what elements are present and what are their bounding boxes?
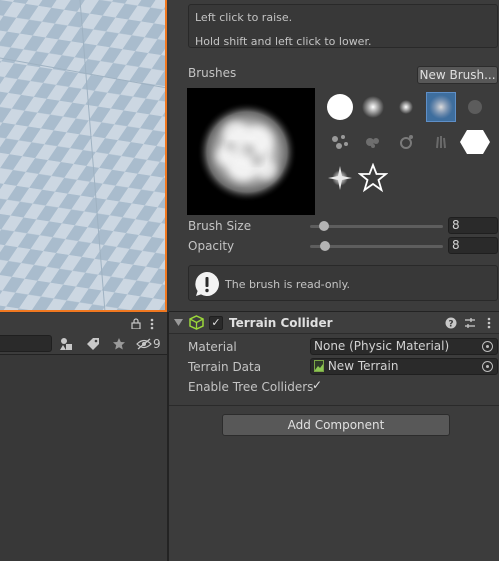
info-exclamation-icon <box>195 272 219 296</box>
opacity-label: Opacity <box>188 239 235 253</box>
object-picker-icon[interactable] <box>482 341 493 352</box>
foldout-arrow-icon[interactable] <box>174 319 183 327</box>
hierarchy-toolbar <box>0 313 167 333</box>
tool-help-box: Left click to raise. Hold shift and left… <box>188 4 498 48</box>
brush-hexagon[interactable] <box>460 127 490 157</box>
material-object-field[interactable]: None (Physic Material) <box>310 338 498 355</box>
help-icon[interactable]: ? <box>445 317 457 329</box>
brush-star-outline[interactable] <box>358 163 388 193</box>
brush-streaks[interactable] <box>426 127 456 157</box>
component-enabled-checkbox[interactable]: ✓ <box>209 316 223 330</box>
brush-noise[interactable] <box>358 127 388 157</box>
presets-sliders-icon[interactable] <box>464 317 476 329</box>
brush-size-label: Brush Size <box>188 219 252 233</box>
brush-soft-medium[interactable] <box>358 92 388 122</box>
component-title: Terrain Collider <box>229 316 333 330</box>
hierarchy-search-row: 9 <box>0 333 167 355</box>
search-input[interactable] <box>0 335 52 352</box>
help-text-lower: Hold shift and left click to lower. <box>195 35 372 48</box>
terrain-data-value: New Terrain <box>327 359 399 373</box>
hierarchy-panel[interactable] <box>0 356 167 561</box>
readonly-notice: The brush is read-only. <box>188 265 498 301</box>
brush-preview <box>187 88 315 215</box>
terrain-data-object-field[interactable]: New Terrain <box>310 358 498 375</box>
new-brush-button[interactable]: New Brush... <box>417 66 498 84</box>
hidden-count: 9 <box>153 336 161 351</box>
brush-cloud-selected[interactable] <box>426 92 456 122</box>
terrain-data-label: Terrain Data <box>188 360 262 374</box>
add-component-button[interactable]: Add Component <box>222 414 450 436</box>
help-text-raise: Left click to raise. <box>195 11 293 24</box>
brushes-label: Brushes <box>188 66 237 80</box>
checkered-terrain <box>0 0 165 310</box>
material-label: Material <box>188 340 237 354</box>
terrain-collider-icon <box>189 315 204 330</box>
readonly-message: The brush is read-only. <box>225 278 351 291</box>
terrain-collider-header[interactable]: ✓ Terrain Collider ? <box>169 311 499 334</box>
filter-by-type-icon[interactable] <box>59 335 75 352</box>
opacity-field[interactable]: 8 <box>448 237 498 254</box>
label-tag-icon[interactable] <box>86 335 100 352</box>
hidden-count-indicator[interactable]: 9 <box>136 335 161 352</box>
brush-dark-splash[interactable] <box>460 92 490 122</box>
material-value: None (Physic Material) <box>314 339 450 353</box>
component-menu-icon[interactable] <box>487 317 491 329</box>
brush-sparkle[interactable] <box>325 163 355 193</box>
favorite-star-icon[interactable] <box>112 335 126 352</box>
more-menu-icon[interactable] <box>150 315 154 332</box>
brush-soft-small[interactable] <box>391 92 421 122</box>
object-picker-icon[interactable] <box>482 361 493 372</box>
brush-size-field[interactable]: 8 <box>448 217 498 234</box>
opacity-slider-knob[interactable] <box>320 241 330 251</box>
brush-ring[interactable] <box>391 127 421 157</box>
lock-icon[interactable] <box>131 315 141 332</box>
eye-hidden-icon <box>136 338 152 349</box>
brush-scatter[interactable] <box>325 127 355 157</box>
scene-view[interactable] <box>0 0 167 312</box>
brush-size-slider-knob[interactable] <box>319 221 329 231</box>
separator <box>169 405 499 406</box>
tree-colliders-checkbox[interactable]: ✓ <box>310 379 324 393</box>
brush-size-slider[interactable] <box>310 221 443 231</box>
opacity-slider[interactable] <box>310 241 443 251</box>
brush-solid-circle[interactable] <box>325 92 355 122</box>
terrain-asset-icon <box>314 360 324 372</box>
svg-text:?: ? <box>448 319 453 329</box>
inspector-panel: Left click to raise. Hold shift and left… <box>169 0 499 561</box>
tree-colliders-label: Enable Tree Colliders <box>188 380 314 394</box>
